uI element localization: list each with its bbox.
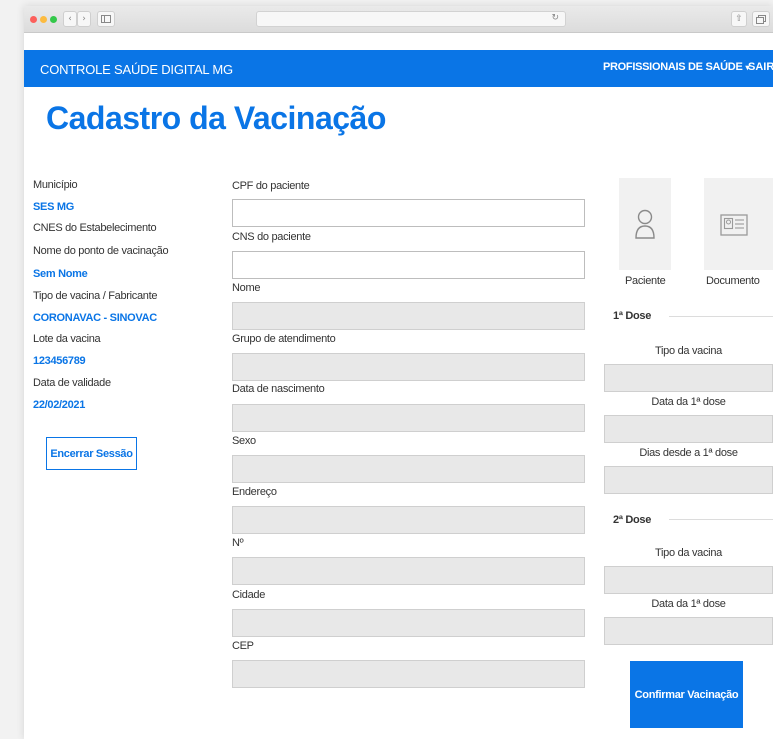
dose1-dias-field[interactable] [604,466,773,494]
nascimento-label: Data de nascimento [232,383,325,395]
grupo-label: Grupo de atendimento [232,333,336,345]
sidebar-toggle-button[interactable] [97,11,115,27]
nome-field[interactable] [232,302,585,330]
dose1-dias-label: Dias desde a 1ª dose [639,447,738,459]
page-title: Cadastro da Vacinação [46,100,386,136]
minimize-window-button[interactable] [40,16,47,23]
nome-label: Nome [232,282,261,294]
confirm-vaccination-button[interactable]: Confirmar Vacinação [630,661,743,728]
cpf-input[interactable] [232,199,585,227]
sexo-field[interactable] [232,455,585,483]
close-window-button[interactable] [30,16,37,23]
validade-label: Data de validade [33,377,111,389]
sidebar-icon [101,15,111,23]
endereco-field[interactable] [232,506,585,534]
numero-field[interactable] [232,557,585,585]
user-icon [635,209,655,239]
cep-label: CEP [232,640,254,652]
dose2-tipo-label: Tipo da vacina [655,547,722,559]
sexo-label: Sexo [232,435,256,447]
patient-card[interactable] [619,178,671,270]
lote-label: Lote da vacina [33,333,101,345]
professionals-menu-label: PROFISSIONAIS DE SAÚDE [603,61,743,73]
dose1-data-field[interactable] [604,415,773,443]
dose1-title: 1ª Dose [613,310,652,322]
cep-field[interactable] [232,660,585,688]
browser-toolbar: ‹ › ↻ ⇧ [24,6,773,33]
cns-label: CNS do paciente [232,231,311,243]
municipio-value: SES MG [33,201,74,213]
lote-value: 123456789 [33,355,86,367]
cidade-label: Cidade [232,589,266,601]
dose1-tipo-field[interactable] [604,364,773,392]
tipo-vacina-label: Tipo de vacina / Fabricante [33,290,158,302]
dose1-divider [669,316,773,317]
validade-value: 22/02/2021 [33,399,86,411]
cidade-field[interactable] [232,609,585,637]
numero-label: Nº [232,537,244,549]
professionals-menu[interactable]: PROFISSIONAIS DE SAÚDE ▾ [603,61,749,73]
endereco-label: Endereço [232,486,277,498]
grupo-field[interactable] [232,353,585,381]
logout-link[interactable]: SAIR [748,61,773,73]
top-navbar: CONTROLE SAÚDE DIGITAL MG PROFISSIONAIS … [24,50,773,87]
patient-card-label: Paciente [625,275,666,287]
cnes-label: CNES do Estabelecimento [33,222,157,234]
browser-window: ‹ › ↻ ⇧ CONTROLE SAÚDE DIGITAL MG PROFIS… [24,6,773,739]
dose2-tipo-field[interactable] [604,566,773,594]
dose1-tipo-label: Tipo da vacina [655,345,722,357]
share-button[interactable]: ⇧ [731,11,747,27]
share-icon: ⇧ [735,14,743,24]
tabs-overview-button[interactable] [752,11,770,27]
maximize-window-button[interactable] [50,16,57,23]
dose1-data-label: Data da 1ª dose [651,396,726,408]
id-card-icon [720,214,748,236]
dose2-data-field[interactable] [604,617,773,645]
brand-title[interactable]: CONTROLE SAÚDE DIGITAL MG [40,62,233,77]
nascimento-field[interactable] [232,404,585,432]
dose2-data-label: Data da 1ª dose [651,598,726,610]
dose2-title: 2ª Dose [613,514,652,526]
address-bar[interactable]: ↻ [256,11,566,27]
forward-button[interactable]: › [77,11,91,27]
back-arrow-icon: ‹ [68,14,72,24]
reload-icon[interactable]: ↻ [551,13,559,23]
dose2-divider [669,519,773,520]
municipio-label: Município [33,179,78,191]
tabs-icon [756,15,766,24]
cns-input[interactable] [232,251,585,279]
document-card-label: Documento [706,275,760,287]
ponto-value: Sem Nome [33,268,88,280]
cpf-label: CPF do paciente [232,180,310,192]
tipo-vacina-value: CORONAVAC - SINOVAC [33,312,157,324]
forward-arrow-icon: › [82,14,86,24]
document-card[interactable] [704,178,773,270]
ponto-label: Nome do ponto de vacinação [33,245,169,257]
end-session-button[interactable]: Encerrar Sessão [46,437,137,470]
back-button[interactable]: ‹ [63,11,77,27]
